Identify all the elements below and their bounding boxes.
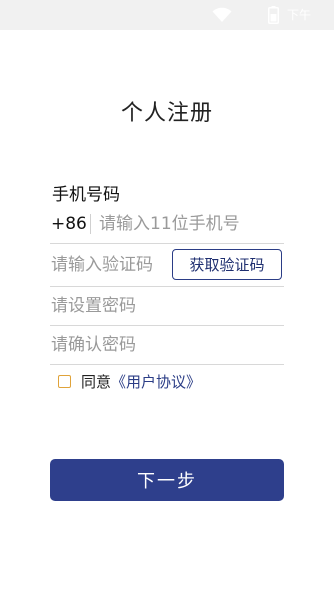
battery-icon (268, 6, 279, 24)
agreement-text: 同意 (81, 372, 112, 391)
country-code-divider (90, 214, 91, 234)
verification-code-input[interactable] (51, 253, 169, 277)
country-code[interactable]: +86 (51, 213, 87, 235)
password-input[interactable] (51, 294, 281, 318)
confirm-password-row (50, 325, 284, 365)
phone-row: +86 (50, 205, 284, 244)
verification-row: 获取验证码 (50, 243, 284, 287)
phone-input[interactable] (99, 212, 282, 236)
agreement-checkbox[interactable] (58, 374, 71, 388)
get-code-button[interactable]: 获取验证码 (172, 249, 282, 280)
next-step-button[interactable]: 下一步 (50, 459, 284, 501)
confirm-password-input[interactable] (51, 333, 281, 357)
status-bar: 下午 (0, 0, 334, 30)
wifi-icon (212, 7, 232, 22)
user-agreement-link[interactable]: 《用户协议》 (111, 371, 201, 392)
phone-label: 手机号码 (52, 185, 120, 205)
agreement: 同意 《用户协议》 (58, 371, 201, 391)
status-time: 下午 (287, 8, 312, 22)
password-row (50, 286, 284, 326)
page-title: 个人注册 (120, 101, 213, 126)
